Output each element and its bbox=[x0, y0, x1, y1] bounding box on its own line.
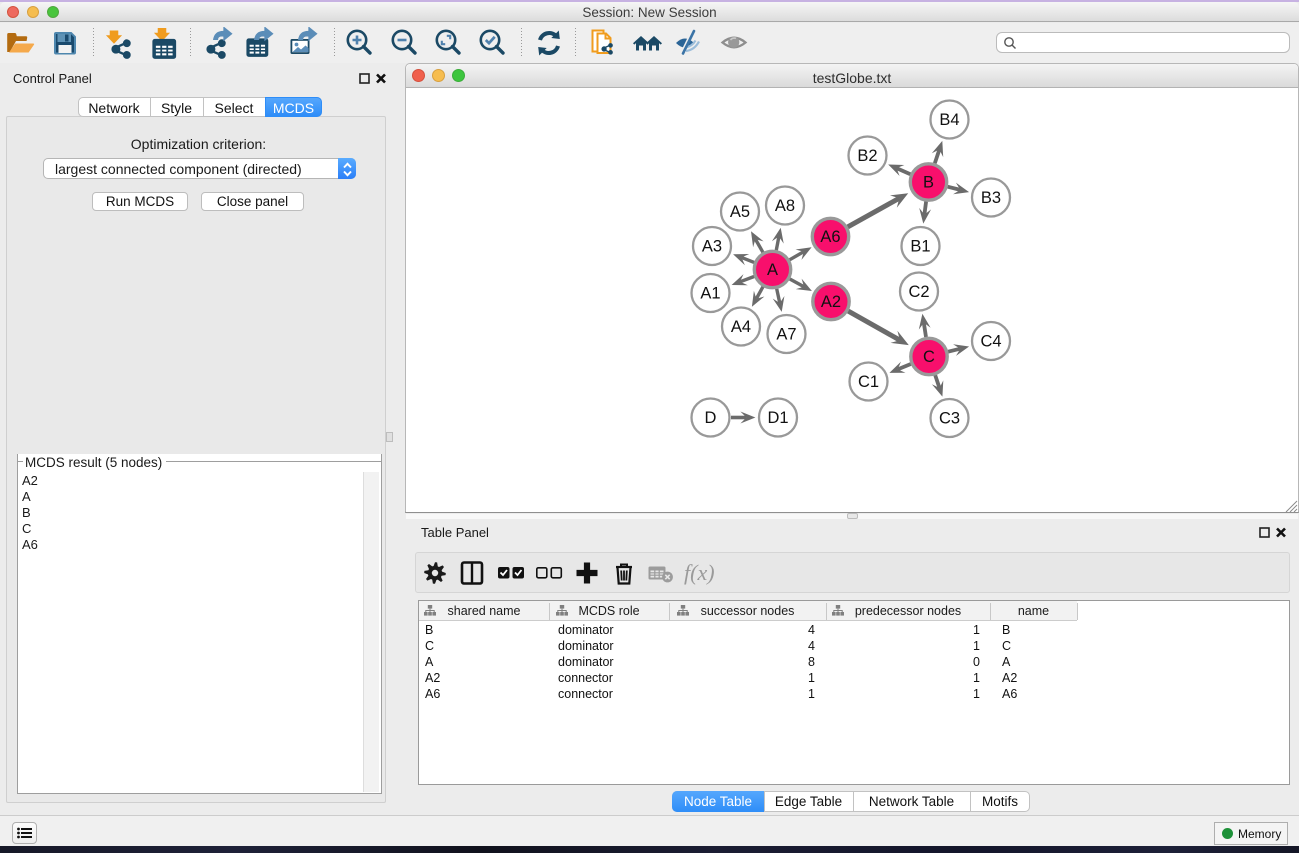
svg-text:D: D bbox=[705, 409, 717, 427]
svg-text:A7: A7 bbox=[776, 326, 796, 344]
svg-text:A2: A2 bbox=[821, 293, 841, 311]
svg-text:A: A bbox=[767, 261, 778, 279]
svg-text:C3: C3 bbox=[939, 410, 960, 428]
svg-text:B1: B1 bbox=[910, 238, 930, 256]
svg-text:A6: A6 bbox=[820, 228, 840, 246]
svg-text:A5: A5 bbox=[730, 203, 750, 221]
svg-text:C2: C2 bbox=[908, 283, 929, 301]
svg-text:A3: A3 bbox=[702, 238, 722, 256]
svg-text:A4: A4 bbox=[731, 318, 751, 336]
svg-text:B: B bbox=[923, 174, 934, 192]
svg-text:D1: D1 bbox=[767, 409, 788, 427]
svg-text:A1: A1 bbox=[700, 285, 720, 303]
svg-text:A8: A8 bbox=[775, 197, 795, 215]
svg-text:B4: B4 bbox=[939, 111, 959, 129]
svg-text:C: C bbox=[923, 348, 935, 366]
svg-text:C4: C4 bbox=[980, 333, 1001, 351]
svg-text:B3: B3 bbox=[981, 189, 1001, 207]
svg-text:C1: C1 bbox=[858, 373, 879, 391]
svg-text:B2: B2 bbox=[857, 147, 877, 165]
